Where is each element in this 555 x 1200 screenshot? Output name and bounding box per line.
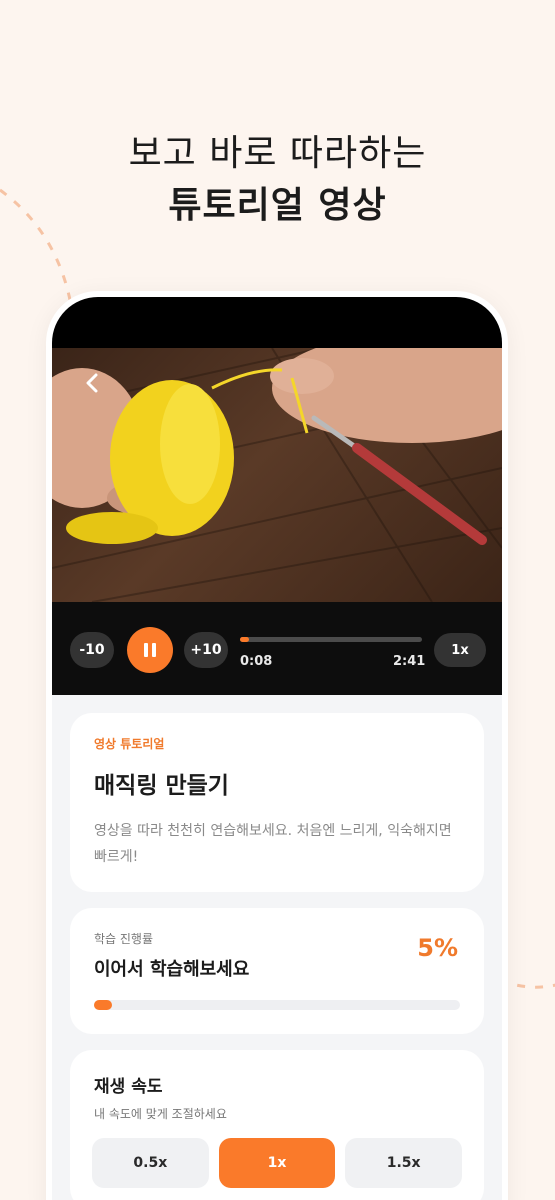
headline-line-1: 보고 바로 따라하는 xyxy=(128,133,427,174)
category-tag: 영상 튜토리얼 xyxy=(94,737,165,751)
skip-forward-button[interactable]: +10 xyxy=(184,632,228,668)
video-illustration xyxy=(52,348,502,602)
back-chevron-icon[interactable] xyxy=(78,368,108,398)
speed-option-1x[interactable]: 1x xyxy=(218,1138,336,1188)
tutorial-description: 영상을 따라 천천히 연습해보세요. 처음엔 느리게, 익숙해지면 빠르게! xyxy=(94,823,452,865)
learning-progress-card: 학습 진행률 이어서 학습해보세요 5% xyxy=(70,908,484,1034)
phone-status-area xyxy=(52,297,502,348)
pause-icon xyxy=(144,643,156,657)
seek-bar-fill xyxy=(240,637,250,642)
headline: 보고 바로 따라하는 튜토리얼 영상 xyxy=(0,128,555,232)
duration: 2:41 xyxy=(393,654,426,669)
tutorial-title: 매직링 만들기 xyxy=(94,773,229,799)
speed-subtitle: 내 속도에 맞게 조절하세요 xyxy=(94,1107,227,1121)
speed-title: 재생 속도 xyxy=(94,1077,163,1097)
player-controls: -10 +10 0:08 2:41 1x xyxy=(52,602,502,695)
pause-button[interactable] xyxy=(127,627,173,673)
progress-percent: 5% xyxy=(417,934,458,962)
headline-line-2: 튜토리얼 영상 xyxy=(168,185,387,226)
current-time: 0:08 xyxy=(240,654,273,669)
seek-bar[interactable] xyxy=(240,637,422,642)
progress-subtitle: 이어서 학습해보세요 xyxy=(94,959,250,980)
speed-option-1-5x[interactable]: 1.5x xyxy=(345,1138,463,1188)
speed-option-0-5x[interactable]: 0.5x xyxy=(92,1138,209,1188)
skip-back-button[interactable]: -10 xyxy=(70,632,114,668)
phone-frame: -10 +10 0:08 2:41 1x 영상 튜토리얼 매직링 만들기 영상을… xyxy=(46,291,508,1200)
video-frame[interactable] xyxy=(52,348,502,602)
tutorial-info-card: 영상 튜토리얼 매직링 만들기 영상을 따라 천천히 연습해보세요. 처음엔 느… xyxy=(70,713,484,892)
progress-label: 학습 진행률 xyxy=(94,932,154,946)
decorative-arc-right xyxy=(500,978,555,989)
playback-speed-button[interactable]: 1x xyxy=(434,633,486,667)
progress-bar xyxy=(94,1000,460,1010)
progress-bar-fill xyxy=(94,1000,113,1010)
playback-speed-card: 재생 속도 내 속도에 맞게 조절하세요 0.5x 1x 1.5x xyxy=(70,1050,484,1200)
speed-options: 0.5x 1x 1.5x xyxy=(92,1138,463,1188)
chevron-left-icon xyxy=(86,373,98,393)
content-area: 영상 튜토리얼 매직링 만들기 영상을 따라 천천히 연습해보세요. 처음엔 느… xyxy=(52,695,502,1200)
